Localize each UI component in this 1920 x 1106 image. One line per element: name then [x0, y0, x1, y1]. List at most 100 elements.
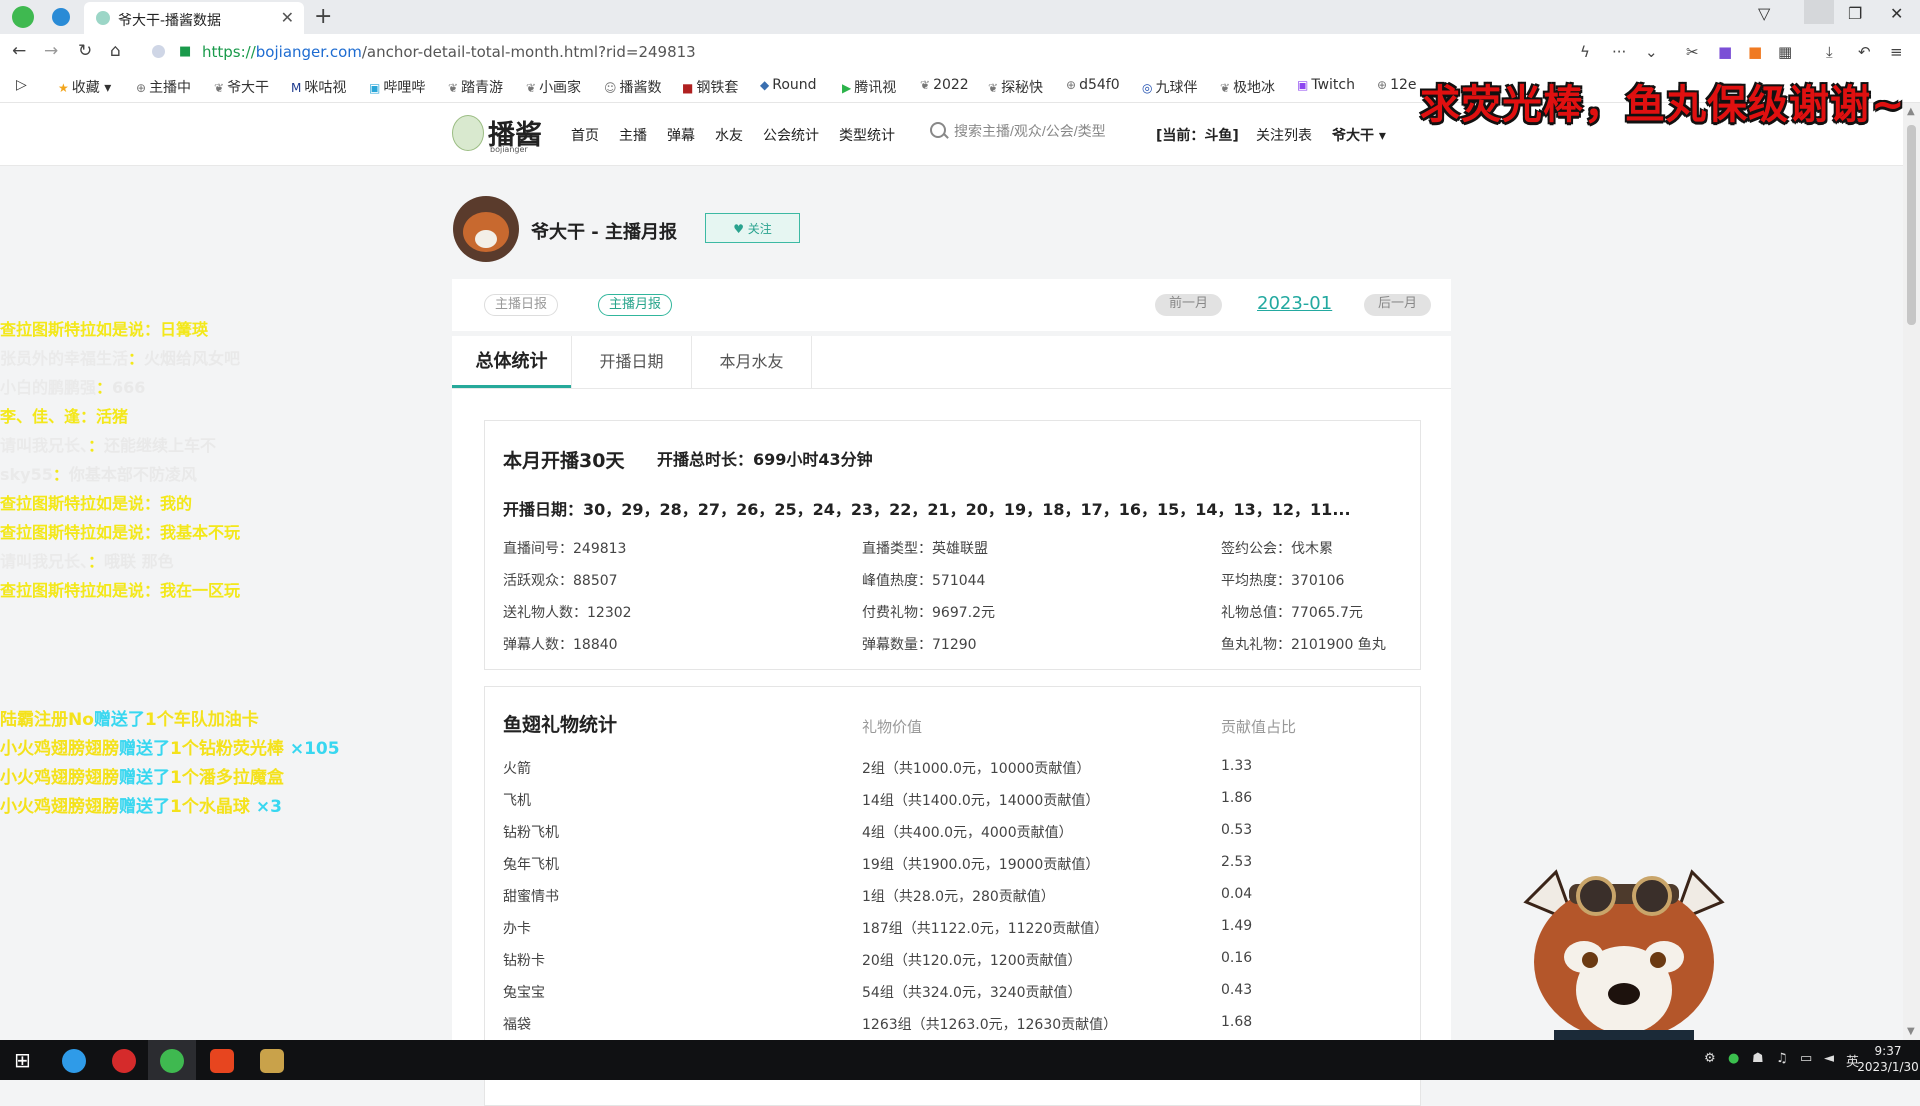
edge-app-icon[interactable] [62, 1049, 86, 1073]
game-icon[interactable]: ■ [1748, 43, 1762, 61]
network-tray-icon[interactable]: ☗ [1752, 1051, 1764, 1066]
prev-month-button[interactable]: 前一月 [1155, 294, 1223, 316]
scroll-up-icon[interactable]: ▲ [1907, 106, 1915, 117]
browser-tab-active[interactable]: 爷大干-播酱数据 ✕ [84, 2, 304, 34]
steam-tray-icon[interactable]: ⚙ [1704, 1051, 1716, 1066]
search-icon[interactable] [930, 122, 946, 138]
bookmark-item[interactable]: ⊕ 主播中 [136, 77, 191, 97]
nav-type-stats[interactable]: 类型统计 [839, 125, 895, 145]
restore-button[interactable]: ❐ [1848, 4, 1862, 23]
netease-music-icon[interactable] [112, 1049, 136, 1073]
bookmark-label: 咪咕视 [304, 80, 347, 96]
bookmark-item[interactable]: ❦ 小画家 [526, 77, 581, 97]
bookmark-item[interactable]: ▶ 腾讯视 [842, 77, 896, 97]
danmaku-line: 查拉图斯特拉如是说：我基本不玩 [0, 519, 240, 543]
current-platform[interactable]: [当前：斗鱼] [1156, 125, 1239, 145]
gift-name: 飞机 [503, 793, 531, 809]
lock-icon[interactable]: ■ [179, 44, 191, 59]
daily-report-button[interactable]: 主播日报 [484, 294, 559, 316]
forward-icon[interactable]: → [44, 41, 58, 61]
bookmark-item[interactable]: ☺ 播酱数 [604, 77, 662, 97]
undo-icon[interactable]: ↶ [1858, 43, 1871, 61]
download-icon[interactable]: ⤓ [1826, 43, 1833, 61]
lightning-icon[interactable]: ϟ [1580, 43, 1590, 61]
nav-home[interactable]: 首页 [571, 125, 599, 145]
browser-app-icon[interactable] [160, 1049, 184, 1073]
scissors-icon[interactable]: ✂ [1686, 43, 1699, 61]
gift-ratio: 1.86 [1221, 790, 1253, 806]
bookmark-item[interactable]: ▣ 哔哩哔 [369, 77, 425, 97]
bookmark-favorites[interactable]: ★ 收藏 ▾ [58, 77, 111, 97]
month-selector[interactable]: 2023-01 [1257, 293, 1332, 314]
menu-icon[interactable]: ≡ [1890, 43, 1903, 61]
bookmark-item[interactable]: M 咪咕视 [291, 77, 346, 97]
browser-logo-icon[interactable] [12, 6, 34, 28]
col-contribution-ratio: 贡献值占比 [1221, 718, 1297, 736]
gift-ratio: 1.33 [1221, 758, 1253, 774]
danmaku-user: sky55 [0, 465, 53, 484]
bookmark-item[interactable]: ❦ 探秘快 [988, 77, 1043, 97]
next-month-button[interactable]: 后一月 [1364, 294, 1432, 316]
windows-start-icon[interactable]: ⊞ [14, 1048, 31, 1072]
bookmark-item[interactable]: ❦ 极地冰 [1220, 77, 1275, 97]
bookmark-item[interactable]: ❦ 踏青游 [448, 77, 503, 97]
gift-name: 钻粉卡 [503, 953, 545, 969]
nav-fans[interactable]: 水友 [715, 125, 743, 145]
apps-grid-icon[interactable]: ▦ [1778, 43, 1792, 61]
bookmark-item[interactable]: ⊕ d54f0 [1066, 77, 1120, 93]
display-icon[interactable]: ▭ [1800, 1051, 1812, 1066]
tab-live-dates[interactable]: 开播日期 [572, 336, 691, 388]
nav-guild-stats[interactable]: 公会统计 [763, 125, 819, 145]
bookmark-item[interactable]: ◆ Round [760, 77, 817, 93]
microphone-icon[interactable]: ♫ [1776, 1051, 1788, 1066]
site-logo[interactable]: 播酱 bojianger [452, 113, 544, 154]
wardrobe-icon[interactable]: ▽ [1758, 4, 1770, 23]
sidebar-toggle-icon[interactable]: ▷ [16, 77, 27, 93]
follow-button[interactable]: ♥ 关注 [705, 213, 800, 243]
scroll-down-icon[interactable]: ▼ [1907, 1026, 1915, 1037]
volume-icon[interactable]: ◄ [1824, 1051, 1834, 1066]
security-shield-icon[interactable] [152, 45, 165, 58]
page-scrollbar[interactable]: ▲ ▼ [1903, 103, 1920, 1040]
nav-anchors[interactable]: 主播 [619, 125, 647, 145]
search-input[interactable] [952, 117, 1136, 145]
bookmark-item[interactable]: ◎ 九球伴 [1142, 77, 1197, 97]
back-icon[interactable]: ← [12, 41, 26, 61]
monthly-report-button[interactable]: 主播月报 [598, 294, 673, 316]
gift-ratio: 0.16 [1221, 950, 1253, 966]
url-field[interactable]: https://bojianger.com/anchor-detail-tota… [202, 43, 696, 61]
bookmark-item[interactable]: ⊕ 12e [1377, 77, 1417, 93]
home-icon[interactable]: ⌂ [110, 41, 121, 61]
bookmark-item[interactable]: ❦ 2022 [920, 77, 969, 93]
gift-value: 4组（共400.0元，4000贡献值） [862, 825, 1073, 841]
nav-danmaku[interactable]: 弹幕 [667, 125, 695, 145]
scrollbar-thumb[interactable] [1907, 125, 1916, 325]
more-icon[interactable]: ··· [1612, 43, 1626, 61]
bookmark-item[interactable]: ■ 钢铁套 [682, 77, 738, 97]
extension-icon[interactable]: ■ [1718, 43, 1732, 61]
new-tab-button[interactable]: + [314, 4, 332, 29]
follow-list-link[interactable]: 关注列表 [1256, 125, 1312, 145]
garena-icon[interactable] [210, 1049, 234, 1073]
close-window-button[interactable]: ✕ [1890, 4, 1903, 23]
telegram-icon[interactable] [52, 8, 70, 26]
danmaku-text: 哦联 那色 [104, 552, 174, 571]
gift-item: 水晶球 [198, 797, 250, 817]
game-icon: ■ [682, 81, 694, 95]
wechat-tray-icon[interactable]: ● [1728, 1051, 1739, 1066]
bookmark-label: 踏青游 [461, 80, 504, 96]
tab-close-icon[interactable]: ✕ [281, 8, 294, 27]
tab-overall-stats[interactable]: 总体统计 [452, 336, 571, 388]
bookmark-item[interactable]: ▣ Twitch [1297, 77, 1355, 93]
danmaku-user: 查拉图斯特拉如是说 [0, 320, 145, 339]
league-client-icon[interactable] [260, 1049, 284, 1073]
tab-month-fans[interactable]: 本月水友 [692, 336, 811, 388]
avatar[interactable] [453, 196, 519, 262]
stat-active-viewers: 活跃观众：88507 [503, 573, 618, 589]
reload-icon[interactable]: ↻ [78, 41, 92, 61]
minimize-button[interactable] [1804, 0, 1834, 24]
system-clock[interactable]: 9:37 2023/1/30 [1856, 1043, 1920, 1075]
chevron-down-icon[interactable]: ⌄ [1645, 43, 1658, 61]
user-menu[interactable]: 爷大干 ▾ [1332, 125, 1386, 145]
bookmark-item[interactable]: ❦ 爷大干 [214, 77, 269, 97]
